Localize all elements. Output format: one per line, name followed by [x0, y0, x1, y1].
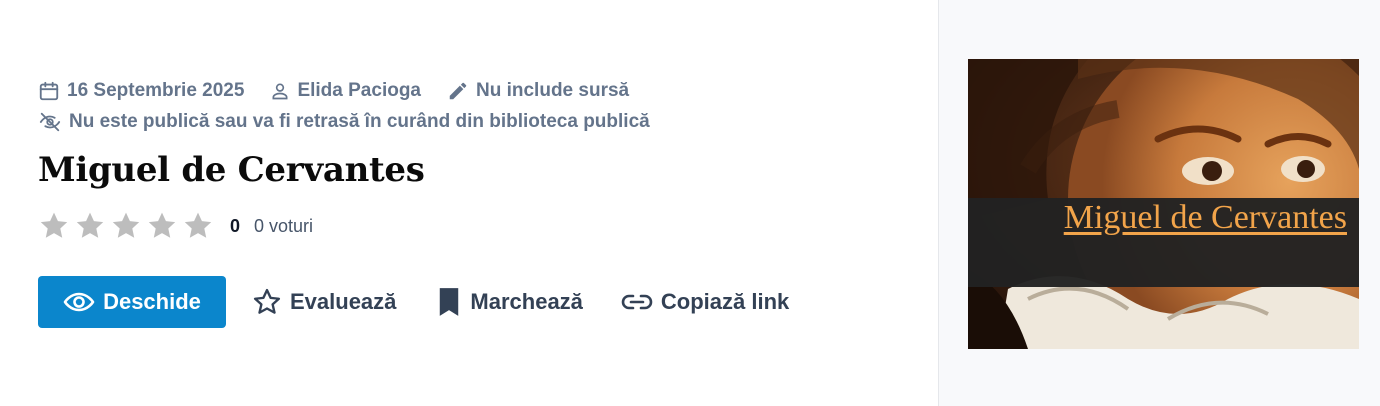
rating-star-icon[interactable] — [146, 210, 178, 242]
actions-bar: Deschide Evaluează Marchează Copiază lin… — [38, 276, 789, 328]
rating-votes: 0 voturi — [254, 215, 314, 236]
star-outline-icon — [253, 288, 281, 314]
bookmark-icon — [440, 288, 459, 316]
rating-star-icon[interactable] — [182, 210, 214, 242]
link-icon — [621, 294, 653, 310]
meta-author[interactable]: Elida Pacioga — [270, 80, 421, 102]
meta-visibility-text: Nu este publică sau va fi retrasă în cur… — [69, 111, 650, 132]
meta-row: 16 Septembrie 2025 Elida Pacioga Nu incl… — [38, 80, 655, 102]
meta-source-text: Nu include sursă — [476, 80, 630, 101]
meta-date-text: 16 Septembrie 2025 — [67, 80, 245, 101]
bookmark-button[interactable]: Marchează — [436, 287, 583, 317]
rate-button[interactable]: Evaluează — [252, 287, 396, 317]
rating-star-icon[interactable] — [38, 210, 70, 242]
eye-off-icon — [39, 112, 61, 132]
rating: 0 0 voturi — [38, 210, 313, 242]
eye-icon — [63, 292, 95, 312]
open-button[interactable]: Deschide — [38, 276, 226, 328]
open-button-label: Deschide — [103, 289, 201, 314]
copy-link-button[interactable]: Copiază link — [621, 289, 789, 315]
rating-stars[interactable] — [38, 210, 218, 242]
copy-link-button-label: Copiază link — [660, 289, 790, 314]
rating-value: 0 — [230, 215, 241, 236]
pencil-icon — [449, 82, 467, 100]
rating-star-icon[interactable] — [74, 210, 106, 242]
rating-star-icon[interactable] — [110, 210, 142, 242]
meta-date: 16 Septembrie 2025 — [38, 80, 244, 102]
cover-title: Miguel de Cervantes — [1063, 199, 1347, 236]
meta-source: Nu include sursă — [447, 80, 629, 102]
meta-author-text: Elida Pacioga — [297, 80, 421, 101]
calendar-icon — [39, 81, 59, 101]
page-title: Miguel de Cervantes — [38, 150, 425, 190]
meta-visibility: Nu este publică sau va fi retrasă în cur… — [38, 111, 650, 133]
bookmark-button-label: Marchează — [470, 289, 583, 314]
user-icon — [272, 83, 288, 100]
cover-image[interactable]: Miguel de Cervantes — [968, 59, 1359, 349]
article-main: 16 Septembrie 2025 Elida Pacioga Nu incl… — [0, 0, 938, 406]
rate-button-label: Evaluează — [290, 289, 397, 314]
meta-visibility-row: Nu este publică sau va fi retrasă în cur… — [38, 111, 676, 133]
